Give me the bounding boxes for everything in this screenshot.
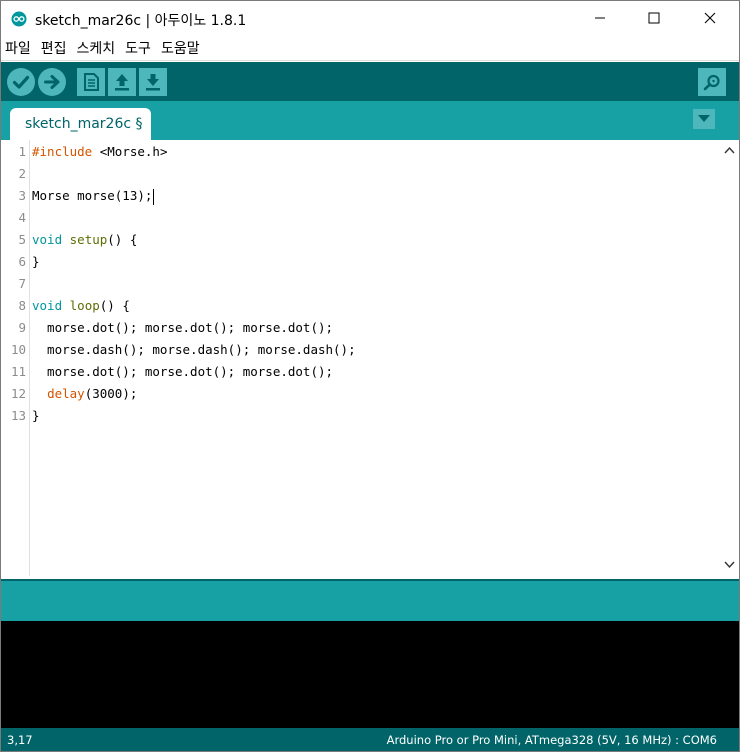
- tab-menu-triangle-icon: [698, 115, 710, 122]
- save-icon: [146, 74, 160, 91]
- console-output[interactable]: [1, 621, 739, 728]
- code-editor[interactable]: 1 2 3 4 5 6 7 8 9 10 11 12 13 #include <…: [1, 140, 739, 579]
- scroll-down-arrow-icon[interactable]: [724, 559, 735, 570]
- function-loop: loop: [69, 298, 100, 313]
- code-line-8: void loop() {: [32, 298, 130, 313]
- line-number: 5: [18, 232, 26, 247]
- code-line-3-text: Morse morse(13);: [32, 188, 153, 203]
- line-number: 6: [18, 254, 26, 269]
- line-number: 2: [18, 166, 26, 181]
- menu-sketch[interactable]: 스케치: [77, 38, 116, 58]
- code-line-13: }: [32, 408, 40, 423]
- arduino-logo-icon: [11, 11, 27, 27]
- line-number: 7: [18, 276, 26, 291]
- open-sketch-button[interactable]: [108, 68, 136, 96]
- code-line-9: morse.dot(); morse.dot(); morse.dot();: [32, 320, 334, 335]
- preprocessor-keyword: #include: [32, 144, 93, 159]
- tab-label: sketch_mar26c §: [25, 116, 143, 132]
- keyword-void: void: [32, 298, 63, 313]
- tab-bar: sketch_mar26c §: [1, 101, 739, 140]
- minimize-icon: [595, 17, 605, 19]
- line-number: 1: [18, 144, 26, 159]
- code-line-1: #include <Morse.h>: [32, 141, 167, 163]
- serial-monitor-button[interactable]: [698, 68, 726, 96]
- line-number: 8: [18, 298, 26, 313]
- arduino-ide-window: sketch_mar26c | 아두이노 1.8.1 파일 편집 스케치 도구 …: [0, 0, 740, 752]
- line-number: 3: [18, 188, 26, 203]
- menu-tools[interactable]: 도구: [125, 38, 151, 58]
- tab-menu-button[interactable]: [693, 109, 715, 129]
- line-number: 9: [18, 320, 26, 335]
- line-number: 11: [10, 364, 26, 379]
- open-icon: [115, 74, 129, 91]
- verify-button[interactable]: [7, 68, 35, 96]
- board-info: Arduino Pro or Pro Mini, ATmega328 (5V, …: [386, 733, 717, 747]
- vertical-scrollbar[interactable]: [720, 140, 739, 576]
- verify-icon: [12, 75, 30, 89]
- upload-button[interactable]: [38, 68, 66, 96]
- line-number: 12: [10, 386, 26, 401]
- code-line-6: }: [32, 254, 40, 269]
- maximize-icon: [648, 12, 660, 24]
- code-line-10: morse.dash(); morse.dash(); morse.dash()…: [32, 342, 356, 357]
- upload-icon: [44, 75, 60, 89]
- window-title: sketch_mar26c | 아두이노 1.8.1: [35, 13, 247, 29]
- toolbar: [1, 62, 739, 101]
- new-sketch-button[interactable]: [77, 68, 105, 96]
- serial-monitor-icon: [703, 74, 720, 91]
- maximize-button[interactable]: [631, 1, 677, 35]
- include-target: <Morse.h>: [92, 144, 168, 159]
- code-line-5: void setup() {: [32, 232, 138, 247]
- title-bar: sketch_mar26c | 아두이노 1.8.1: [1, 1, 739, 35]
- cursor-position: 3,17: [7, 733, 33, 747]
- menu-bar: 파일 편집 스케치 도구 도움말: [1, 35, 739, 61]
- code-line-3: Morse morse(13);: [32, 185, 155, 207]
- close-button[interactable]: [687, 1, 733, 35]
- code-line-11: morse.dot(); morse.dot(); morse.dot();: [32, 364, 334, 379]
- new-icon: [84, 73, 99, 91]
- line-number: 4: [18, 210, 26, 225]
- scroll-up-arrow-icon[interactable]: [724, 145, 735, 156]
- line-number: 13: [10, 408, 26, 423]
- menu-help[interactable]: 도움말: [161, 38, 200, 58]
- keyword-void: void: [32, 232, 63, 247]
- message-bar: [1, 579, 739, 621]
- line-number: 10: [10, 342, 26, 357]
- function-delay: delay: [47, 386, 85, 401]
- line-number-gutter: 1 2 3 4 5 6 7 8 9 10 11 12 13: [1, 140, 30, 576]
- save-sketch-button[interactable]: [139, 68, 167, 96]
- status-bar: 3,17 Arduino Pro or Pro Mini, ATmega328 …: [1, 728, 739, 751]
- function-setup: setup: [69, 232, 108, 247]
- minimize-button[interactable]: [577, 1, 623, 35]
- close-icon: [704, 12, 716, 24]
- menu-edit[interactable]: 편집: [41, 38, 67, 58]
- menu-file[interactable]: 파일: [5, 38, 31, 58]
- tab-sketch-mar26c[interactable]: sketch_mar26c §: [10, 108, 151, 140]
- text-caret: [153, 188, 155, 205]
- code-line-12: delay(3000);: [47, 386, 138, 401]
